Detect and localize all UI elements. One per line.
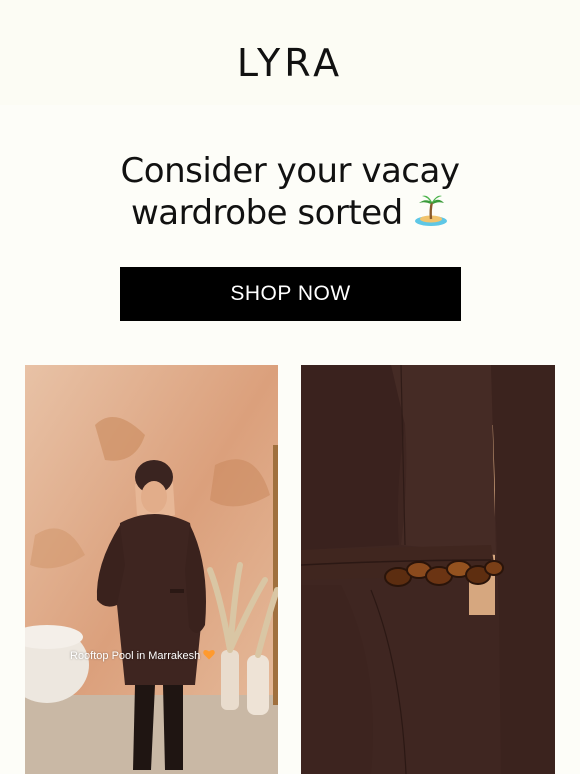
model-photo[interactable]: Rooftop Pool in Marrakesh xyxy=(25,365,278,774)
detail-photo-illustration xyxy=(301,365,555,774)
model-photo-illustration xyxy=(25,365,278,774)
photo-caption-text: Rooftop Pool in Marrakesh xyxy=(70,650,201,662)
headline-line-1: Consider your vacay xyxy=(120,151,460,191)
photo-caption: Rooftop Pool in Marrakesh xyxy=(70,649,215,662)
email-header: LYRA xyxy=(0,0,580,105)
brand-logo[interactable]: LYRA xyxy=(237,41,343,85)
desert-island-icon xyxy=(413,192,449,228)
detail-photo[interactable] xyxy=(301,365,555,774)
headline-line-2-text: wardrobe sorted xyxy=(130,193,403,233)
headline-line-2: wardrobe sorted xyxy=(0,192,580,234)
shop-now-button[interactable]: SHOP NOW xyxy=(120,267,461,321)
hero-headline: Consider your vacay wardrobe sorted xyxy=(0,150,580,234)
orange-heart-icon xyxy=(203,649,215,660)
